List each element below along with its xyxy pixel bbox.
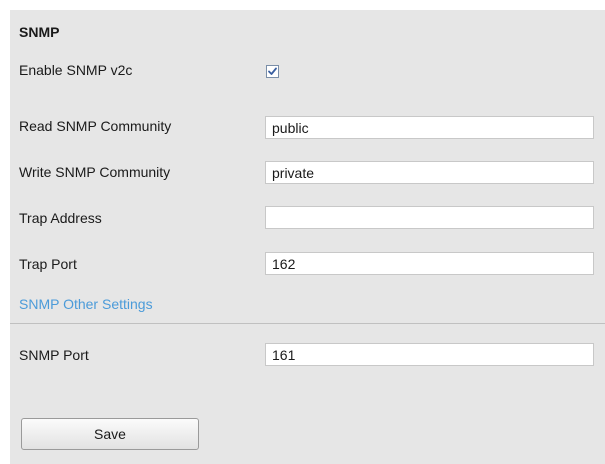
checkmark-icon xyxy=(268,67,277,75)
write-community-input[interactable] xyxy=(265,161,594,184)
section-title: SNMP xyxy=(19,24,60,40)
read-community-input[interactable] xyxy=(265,116,594,139)
trap-port-label: Trap Port xyxy=(19,256,77,272)
write-community-label: Write SNMP Community xyxy=(19,164,171,180)
snmp-settings-panel: SNMP Enable SNMP v2c Read SNMP Community… xyxy=(10,10,605,464)
enable-snmp-v2c-label: Enable SNMP v2c xyxy=(19,62,133,78)
snmp-port-label: SNMP Port xyxy=(19,347,89,363)
snmp-other-settings-title: SNMP Other Settings xyxy=(19,296,153,312)
trap-port-input[interactable] xyxy=(265,252,594,275)
snmp-port-input[interactable] xyxy=(265,343,594,366)
section-divider xyxy=(10,323,605,324)
trap-address-label: Trap Address xyxy=(19,210,102,226)
read-community-label: Read SNMP Community xyxy=(19,118,172,134)
enable-snmp-v2c-checkbox[interactable] xyxy=(266,65,279,78)
save-button[interactable]: Save xyxy=(21,418,199,450)
trap-address-input[interactable] xyxy=(265,206,594,229)
